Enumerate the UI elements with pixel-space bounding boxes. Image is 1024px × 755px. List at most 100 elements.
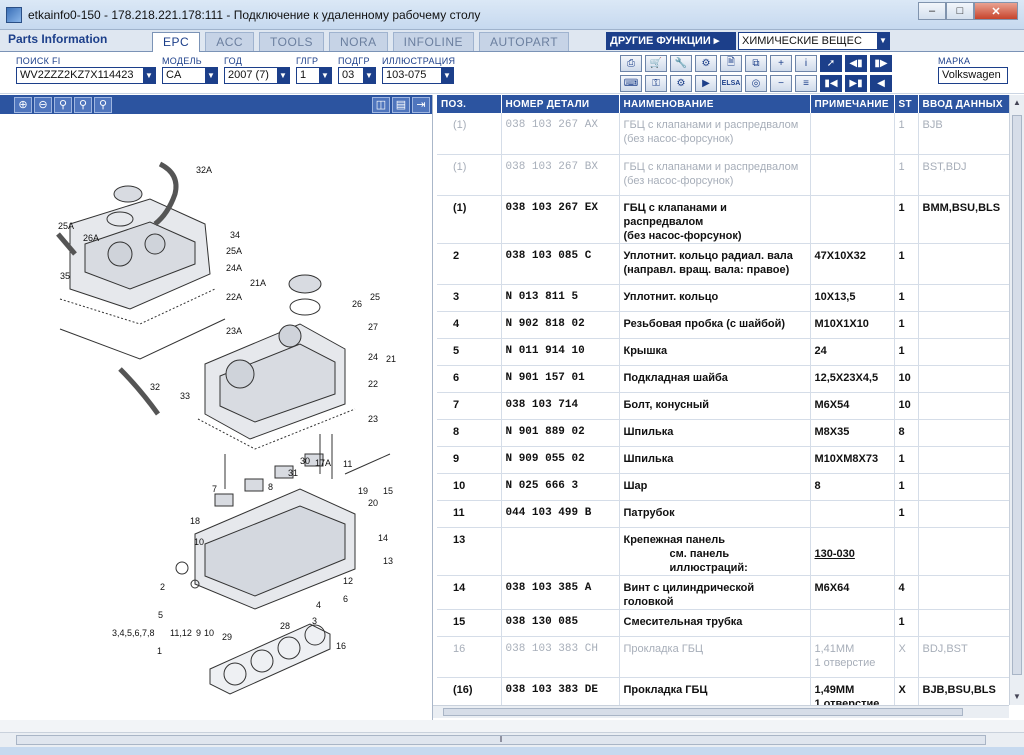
print-icon[interactable]: ⎙ [620,55,642,72]
chevron-down-icon[interactable]: ▼ [319,68,331,83]
keyboard-icon[interactable]: ⌨ [620,75,642,92]
minimize-icon[interactable]: – [918,2,946,20]
chevron-down-icon[interactable]: ▼ [143,68,155,83]
row-pos: 13 [443,527,502,576]
col-st[interactable]: ST [894,95,919,113]
svg-text:4: 4 [316,600,321,610]
table-horizontal-scrollbar[interactable] [433,705,1009,718]
table-row[interactable]: 3N 013 811 5 Уплотнит. кольцо 10X13,5 1 [437,284,1009,312]
table-row[interactable]: 2 038 103 085 C Уплотнит. кольцо радиал. в… [437,243,1009,285]
table-row[interactable]: 9N 909 055 02 Шпилька M10XM8X73 1 [437,446,1009,474]
prev-page-icon[interactable]: ◀▮ [845,55,867,72]
layout-icon[interactable]: ▤ [392,96,410,113]
zoom-fit-icon[interactable]: ⚲ [74,96,92,113]
wrench-icon[interactable]: 🔧 [670,55,692,72]
tab-acc[interactable]: ACC [205,32,255,51]
tab-epc[interactable]: EPC [152,32,201,52]
tab-nora[interactable]: NORA [329,32,388,51]
chevron-down-icon[interactable]: ▼ [277,68,289,83]
info-icon[interactable]: i [795,55,817,72]
table-row[interactable]: 6N 901 157 01 Подкладная шайба 12,5X23X4,5… [437,365,1009,393]
other-functions-button[interactable]: ДРУГИЕ ФУНКЦИИ ▸ [606,32,736,50]
binoculars-icon[interactable]: ◎ [745,75,767,92]
cart-add-icon[interactable]: + [770,55,792,72]
model-select[interactable]: CA ▼ [162,67,218,84]
col-part-number[interactable]: НОМЕР ДЕТАЛИ [501,95,620,113]
table-row[interactable]: (1) 038 103 267 EX ГБЦ с клапанами и распр… [437,195,1009,244]
scroll-thumb[interactable] [443,708,963,716]
list-icon[interactable]: ≡ [795,75,817,92]
chevron-down-icon[interactable]: ▼ [205,68,217,83]
table-row[interactable]: 10 N 025 666 3 Шар 8 1 [437,473,1009,501]
next-page-icon[interactable]: ▮▶ [870,55,892,72]
maximize-icon[interactable]: □ [946,2,974,20]
arrow-icon[interactable]: ▶ [695,75,717,92]
col-pos[interactable]: ПОЗ. [437,95,502,113]
illustration-select[interactable]: 103-075 ▼ [382,67,454,84]
col-name[interactable]: НАИМЕНОВАНИЕ [619,95,811,113]
table-row[interactable]: 8N 901 889 02 Шпилька M8X35 8 [437,419,1009,447]
table-vertical-scrollbar[interactable]: ▲ ▼ [1009,95,1024,705]
panel-link[interactable]: 130-030 [815,548,855,560]
brand-select[interactable]: Volkswagen [938,67,1008,84]
scroll-thumb[interactable]: ‖ [16,735,986,745]
copy-icon[interactable]: ⧉ [745,55,767,72]
search-fi-input[interactable]: WV2ZZZ2KZ7X114423 ▼ [16,67,156,84]
back-icon[interactable]: ◀ [870,75,892,92]
podgr-select[interactable]: 03 ▼ [338,67,376,84]
row-st: 1 [894,243,919,285]
table-row[interactable]: 15 038 130 085 Смесительная трубка 1 [437,609,1009,637]
window-horizontal-scrollbar[interactable]: ‖ [0,732,1024,747]
table-row[interactable]: (1) 038 103 267 AX ГБЦ с клапанами и распр… [437,113,1009,155]
table-row[interactable]: 16 038 103 383 CH Прокладка ГБЦ 1,41MM 1 отв… [437,636,1009,678]
pin-icon[interactable]: ➚ [820,55,842,72]
table-row[interactable]: 7 038 103 714 Болт, конусный M6X54 10 [437,392,1009,420]
close-icon[interactable]: ✕ [974,2,1018,20]
col-data-entry[interactable]: ВВОД ДАННЫХ [918,95,1009,113]
table-row[interactable]: 5N 011 914 10 Крышка 24 1 [437,338,1009,366]
col-note[interactable]: ПРИМЕЧАНИЕ [810,95,895,113]
table-row[interactable]: 13 Крепежная панель см. панель иллюстраций… [437,527,1009,576]
cart-icon[interactable]: 🛒 [645,55,667,72]
svg-text:35: 35 [60,271,70,281]
chemicals-select[interactable]: ХИМИЧЕСКИЕ ВЕЩЕС ▼ [738,32,890,50]
zoom-area-icon[interactable]: ⚲ [54,96,72,113]
table-row[interactable]: (16) 038 103 383 DE Прокладка ГБЦ 1,49MM 1 о… [437,677,1009,705]
table-row[interactable]: (1) 038 103 267 BX ГБЦ с клапанами и распр… [437,154,1009,196]
doc-icon[interactable]: 🗎 [720,55,742,72]
row-part-number: 038 103 385 A [501,575,620,610]
chevron-down-icon[interactable]: ▼ [363,68,375,83]
engine-icon[interactable]: ⚙ [670,75,692,92]
last-icon[interactable]: ▶▮ [845,75,867,92]
row-name: ГБЦ с клапанами и распредвалом (без насос… [619,154,811,196]
svg-text:26: 26 [352,299,362,309]
table-row[interactable]: 14 038 103 385 A Винт с цилиндрической гол… [437,575,1009,610]
row-part-number: 038 130 085 [501,609,620,637]
zoom-out-icon[interactable]: ⊖ [34,96,52,113]
gear-icon[interactable]: ⚙ [695,55,717,72]
tab-infoline[interactable]: INFOLINE [392,32,475,51]
tab-autopart[interactable]: AUTOPART [479,32,570,51]
svg-text:12: 12 [343,576,353,586]
table-row[interactable]: 11 044 103 499 B Патрубок 1 [437,500,1009,528]
zoom-in-icon[interactable]: ⊕ [14,96,32,113]
year-select[interactable]: 2007 (7) ▼ [224,67,290,84]
row-data-entry: BST,BDJ [918,154,1009,196]
glgr-select[interactable]: 1 ▼ [296,67,332,84]
chevron-down-icon[interactable]: ▼ [877,33,889,49]
cart-remove-icon[interactable]: − [770,75,792,92]
expand-icon[interactable]: ⇥ [412,96,430,113]
key-icon[interactable]: ⚿ [645,75,667,92]
scroll-down-icon[interactable]: ▼ [1010,689,1024,705]
svg-text:19: 19 [358,486,368,496]
exploded-parts-diagram[interactable]: 32A 25A 26A 34 25A 24A 21A 22A 23A 35 25… [0,114,433,720]
scroll-up-icon[interactable]: ▲ [1010,95,1024,111]
first-icon[interactable]: ▮◀ [820,75,842,92]
elsa-icon[interactable]: ELSA [720,75,742,92]
scroll-thumb[interactable] [1012,115,1022,675]
chevron-down-icon[interactable]: ▼ [441,68,453,83]
tab-tools[interactable]: TOOLS [259,32,324,51]
table-row[interactable]: 4N 902 818 02 Резьбовая пробка (с шайбой)… [437,311,1009,339]
split-view-icon[interactable]: ◫ [372,96,390,113]
search-icon[interactable]: ⚲ [94,96,112,113]
